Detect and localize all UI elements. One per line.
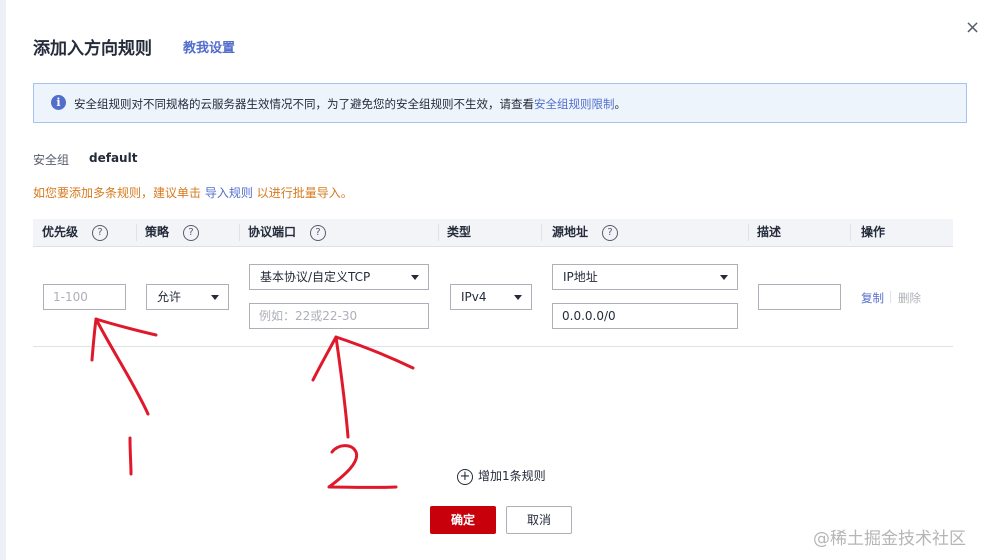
tip-prefix: 如您要添加多条规则，建议单击: [33, 186, 202, 200]
help-icon[interactable]: ?: [183, 224, 200, 241]
chevron-down-icon: [514, 295, 522, 300]
info-notice: i 安全组规则对不同规格的云服务器生效情况不同，为了避免您的安全组规则不生效，请…: [33, 83, 967, 123]
th-policy-label: 策略: [145, 225, 170, 239]
th-operation-label: 操作: [861, 225, 886, 239]
add-rule-label: 增加1条规则: [478, 469, 546, 483]
help-link[interactable]: 教我设置: [183, 37, 235, 56]
th-source-label: 源地址: [552, 225, 589, 239]
security-group-label: 安全组: [33, 153, 70, 167]
operation-divider: [890, 291, 891, 303]
priority-input[interactable]: 1-100: [43, 284, 126, 310]
security-group-value: default: [89, 151, 138, 165]
th-priority-label: 优先级: [42, 225, 79, 239]
watermark: @稀土掘金技术社区: [813, 529, 966, 549]
import-rules-link[interactable]: 导入规则: [205, 186, 253, 200]
delete-rule-link: 删除: [898, 291, 921, 305]
ip-type-value: IPv4: [461, 290, 487, 304]
ip-type-select[interactable]: IPv4: [450, 284, 532, 310]
copy-rule-link[interactable]: 复制: [861, 290, 884, 306]
th-policy: 策略?: [136, 219, 200, 246]
th-description-label: 描述: [757, 225, 782, 239]
tip-suffix: 以进行批量导入。: [256, 186, 353, 200]
help-icon[interactable]: ?: [602, 224, 619, 241]
bulk-import-tip: 如您要添加多条规则，建议单击 导入规则 以进行批量导入。: [33, 184, 353, 201]
port-input[interactable]: 例如：22或22-30: [249, 303, 429, 329]
column-divider: [850, 224, 851, 241]
th-protocol-port-label: 协议端口: [248, 225, 297, 239]
rules-table-header: 优先级? 策略? 协议端口? 类型 源地址? 描述 操作: [33, 219, 953, 247]
th-operation: 操作: [852, 219, 885, 246]
policy-value: 允许: [157, 290, 182, 304]
notice-suffix: 。: [614, 97, 627, 111]
close-icon[interactable]: ×: [965, 18, 980, 38]
description-input[interactable]: [758, 284, 841, 310]
th-source: 源地址?: [543, 219, 619, 246]
th-priority: 优先级?: [33, 219, 109, 246]
chevron-down-icon: [411, 275, 419, 280]
chevron-down-icon: [211, 295, 219, 300]
policy-select[interactable]: 允许: [146, 284, 229, 310]
source-type-select[interactable]: IP地址: [552, 264, 738, 290]
info-icon: i: [51, 95, 66, 110]
sg-rule-limits-link[interactable]: 安全组规则限制: [534, 97, 615, 111]
chevron-down-icon: [720, 275, 728, 280]
confirm-button[interactable]: 确定: [430, 506, 496, 534]
help-icon[interactable]: ?: [310, 224, 327, 241]
column-divider: [541, 224, 542, 241]
dialog-title: 添加入方向规则: [33, 39, 152, 59]
cancel-button[interactable]: 取消: [506, 506, 572, 534]
notice-text: 安全组规则对不同规格的云服务器生效情况不同，为了避免您的安全组规则不生效，请查看…: [74, 96, 626, 112]
row-divider: [33, 346, 953, 347]
plus-circle-icon: +: [457, 468, 473, 485]
protocol-select[interactable]: 基本协议/自定义TCP: [249, 264, 429, 290]
source-address-input[interactable]: 0.0.0.0/0: [552, 303, 738, 329]
add-inbound-rule-dialog: 添加入方向规则 教我设置 × i 安全组规则对不同规格的云服务器生效情况不同，为…: [6, 0, 997, 560]
source-type-value: IP地址: [563, 270, 598, 284]
protocol-value: 基本协议/自定义TCP: [260, 270, 371, 284]
notice-message: 安全组规则对不同规格的云服务器生效情况不同，为了避免您的安全组规则不生效，请查看: [74, 97, 534, 111]
th-description: 描述: [748, 219, 781, 246]
help-icon[interactable]: ?: [92, 224, 109, 241]
th-protocol-port: 协议端口?: [239, 219, 327, 246]
th-type-label: 类型: [447, 225, 472, 239]
add-rule-button[interactable]: + 增加1条规则: [457, 467, 546, 485]
th-type: 类型: [438, 219, 471, 246]
